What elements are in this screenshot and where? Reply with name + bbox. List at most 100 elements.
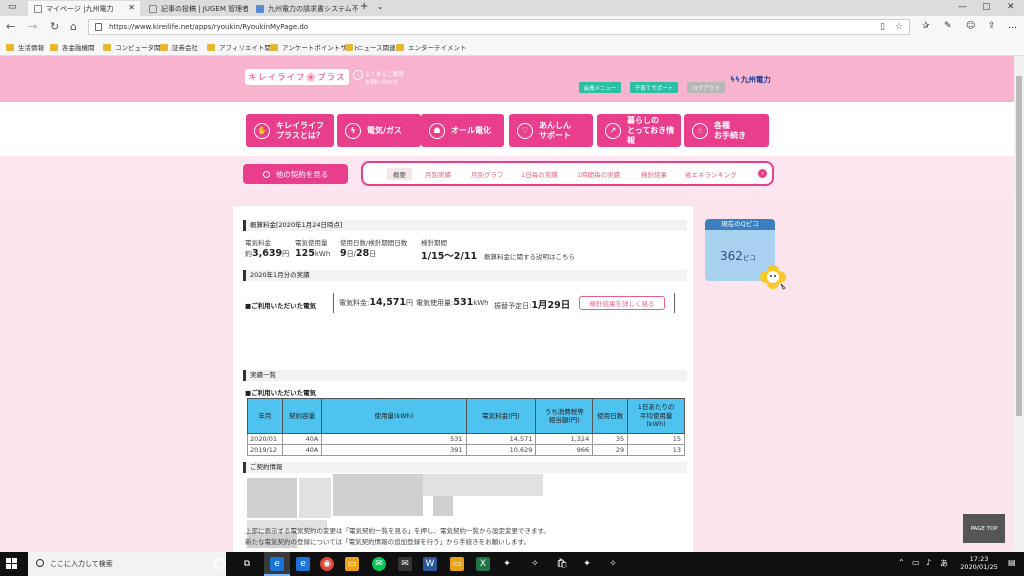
url-text[interactable]: https://www.kireilife.net/apps/ryoukin/R… <box>109 23 308 31</box>
table-cell: 15 <box>627 433 685 445</box>
menu-anshin-support[interactable]: ♡ あんしん サポート <box>509 114 593 147</box>
estimate-explanation-link[interactable]: 概算料金に関する説明はこちら <box>484 251 575 261</box>
menu-about[interactable]: ✋ キレイライフ プラスとは？ <box>246 114 334 147</box>
chevron-down-icon[interactable]: ⌄ <box>377 2 384 11</box>
notification-icon[interactable]: ▤ <box>1008 558 1016 567</box>
favorite-folder[interactable]: エンターテイメント <box>396 42 467 52</box>
more-icon[interactable]: … <box>1008 21 1017 31</box>
column-header: 契約容量 <box>281 398 323 434</box>
menu-electricity-gas[interactable]: ϟ 電気/ガス <box>337 114 421 147</box>
word-icon[interactable]: W <box>423 557 437 571</box>
estimate-heading: 概算料金[2020年1月24日時点] <box>243 220 687 231</box>
faq-link[interactable]: よくあるご質問 <box>365 70 404 78</box>
forward-icon[interactable]: → <box>28 20 37 33</box>
site-logo[interactable]: キレイライフ🌸プラス <box>245 69 349 85</box>
favorite-folder[interactable]: ニュース関連 <box>345 42 396 52</box>
page-top-button[interactable]: PAGE TOP <box>963 514 1005 543</box>
scrollbar-thumb[interactable] <box>1016 76 1022 416</box>
refresh-icon[interactable]: ↻ <box>50 20 59 33</box>
cortana-icon[interactable] <box>214 558 225 569</box>
close-icon[interactable]: ✕ <box>128 3 135 12</box>
task-view-icon[interactable]: ⧉ <box>240 557 254 571</box>
app-icon[interactable]: ✧ <box>606 557 620 571</box>
subnav-overview[interactable]: 概要 <box>387 168 412 180</box>
explorer-icon[interactable]: ▭ <box>450 557 464 571</box>
network-icon[interactable]: ▭ <box>912 558 920 567</box>
minimize-icon[interactable]: — <box>958 2 967 12</box>
edge-icon[interactable]: e <box>270 557 284 571</box>
pen-icon[interactable]: ✎ <box>944 21 952 31</box>
tab-kyuden-article[interactable]: 九州電力の請求書システム不 <box>250 1 358 16</box>
column-header: 電気料金(円) <box>465 398 537 434</box>
contract-heading: ご契約情報 <box>243 462 687 473</box>
chevron-right-icon[interactable]: › <box>758 169 767 178</box>
address-toolbar: ← → ↻ ⌂ https://www.kireilife.net/apps/r… <box>0 16 1024 38</box>
maximize-icon[interactable]: ▢ <box>982 2 991 12</box>
excel-icon[interactable]: X <box>476 557 490 571</box>
tab-actions-icon[interactable]: ▭ <box>8 2 17 12</box>
contact-link[interactable]: お問い合わせ <box>365 78 398 86</box>
store-icon[interactable]: 🛍 <box>555 557 569 571</box>
favorite-folder[interactable]: 証券会社 <box>160 42 198 52</box>
subnav-energy-ranking[interactable]: 省エネランキング <box>685 169 737 179</box>
chrome-icon[interactable]: ◉ <box>320 557 334 571</box>
subnav-daily[interactable]: 1日毎の実績 <box>521 169 558 179</box>
close-window-icon[interactable]: ✕ <box>1007 2 1015 12</box>
profile-icon[interactable]: ☺ <box>966 21 975 31</box>
menu-procedures[interactable]: ☝ 各種 お手続き <box>684 114 769 147</box>
table-cell: 391 <box>321 444 467 456</box>
favorite-star-icon[interactable]: ☆ <box>895 22 903 32</box>
favorite-folder[interactable]: 生活情報 <box>6 42 44 52</box>
subnav-hourly[interactable]: 1時間毎の実績 <box>577 169 620 179</box>
line-icon[interactable]: ✉ <box>372 557 386 571</box>
mail-icon[interactable]: ✉ <box>398 557 412 571</box>
tab-mypage[interactable]: マイページ |九州電力 ✕ <box>28 1 140 16</box>
column-header: 1日あたりの 平均使用量 (kWh) <box>627 398 685 434</box>
subnav-monthly-graph[interactable]: 月別グラフ <box>471 169 504 179</box>
member-menu-button[interactable]: 会員メニュー <box>579 82 621 93</box>
subnav-monthly[interactable]: 月別実績 <box>425 169 451 179</box>
menu-all-electric[interactable]: ☗ オール電化 <box>421 114 504 147</box>
favorite-folder[interactable]: コンピュータ関連 <box>103 42 167 52</box>
column-header: 年月 <box>247 398 283 434</box>
company-logo[interactable]: ϟϟ九州電力 <box>730 74 771 85</box>
address-bar[interactable]: https://www.kireilife.net/apps/ryoukin/R… <box>88 19 910 35</box>
favorite-folder[interactable]: アフィリエイト関連 <box>207 42 277 52</box>
new-tab-icon[interactable]: + <box>360 1 368 12</box>
meter-detail-button[interactable]: 検針結果を詳しく見る <box>579 296 665 310</box>
support-button[interactable]: 子育てサポート <box>630 82 678 93</box>
favorite-folder[interactable]: 各金融機関 <box>50 42 95 52</box>
app-icon[interactable]: ✦ <box>580 557 594 571</box>
subnav-meter-results[interactable]: 検針結果 <box>641 169 667 179</box>
history-label: ■ご利用いただいた電気 <box>245 389 317 397</box>
ime-icon[interactable]: あ <box>940 558 948 569</box>
game-icon[interactable]: ✦ <box>500 557 514 571</box>
menu-lifestyle-info[interactable]: ↗ 暮らしの とっておき情報 <box>597 114 681 147</box>
windows-start-icon[interactable] <box>6 558 18 570</box>
vertical-scrollbar[interactable] <box>1014 56 1024 552</box>
tab-title: 九州電力の請求書システム不 <box>268 4 358 13</box>
chevron-up-icon[interactable]: ⌃ <box>898 558 905 567</box>
contract-note-2: 新たな電気契約の登録については「電気契約情報の追加登録を行う」から手続きをお願い… <box>245 538 531 546</box>
taskbar-search[interactable]: ここに入力して検索 <box>28 552 226 576</box>
logout-button[interactable]: ログアウト <box>687 82 725 93</box>
favorites-icon[interactable]: ✰ <box>922 21 930 31</box>
reading-view-icon[interactable]: ▯ <box>880 22 885 32</box>
share-icon[interactable]: ⇪ <box>988 21 996 31</box>
house-icon: ☗ <box>429 122 445 139</box>
home-icon[interactable]: ⌂ <box>70 20 77 33</box>
folder-app-icon[interactable]: ▭ <box>345 557 359 571</box>
other-contract-button[interactable]: 他の契約を見る <box>243 164 348 184</box>
main-panel: 概算料金[2020年1月24日時点] 電気料金 電気使用量 使用日数/検針期間日… <box>233 206 693 552</box>
taskbar-clock[interactable]: 17:23 2020/01/25 <box>955 555 1003 572</box>
tab-jugem[interactable]: 記事の投稿 | JUGEM 管理者 <box>143 1 248 16</box>
table-cell: 29 <box>592 444 629 456</box>
ie-icon[interactable]: e <box>296 557 310 571</box>
folder-icon <box>207 43 215 51</box>
table-cell: 40A <box>281 444 323 456</box>
back-icon[interactable]: ← <box>6 20 15 33</box>
estimate-usage: 125kWh <box>295 248 331 259</box>
table-cell: 2020/01 <box>247 433 283 445</box>
volume-icon[interactable]: ♪ <box>926 558 931 567</box>
app-icon[interactable]: ✧ <box>528 557 542 571</box>
